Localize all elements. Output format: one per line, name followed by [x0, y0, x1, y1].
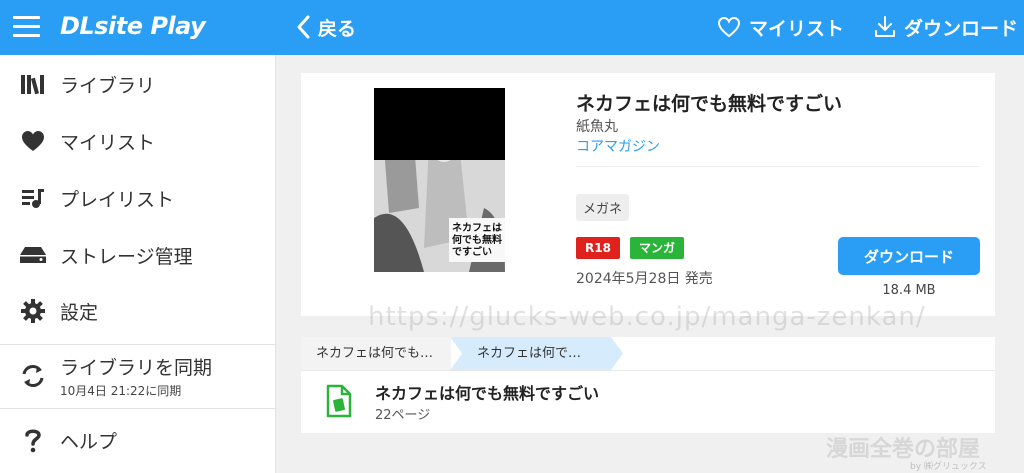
download-button[interactable]: ダウンロード — [838, 237, 980, 275]
sync-text: ライブラリを同期 10月4日 21:22に同期 — [60, 353, 212, 399]
sidebar-item-label: ライブラリ — [60, 74, 156, 97]
work-author[interactable]: 紙魚丸 — [576, 116, 618, 136]
download-top-button[interactable]: ダウンロード — [874, 14, 1018, 41]
mylist-label: マイリスト — [748, 17, 844, 40]
manga-badge: マンガ — [630, 237, 685, 259]
heart-outline-icon — [717, 16, 740, 38]
download-top-label: ダウンロード — [903, 17, 1018, 40]
app-logo: DLsite Play — [60, 12, 206, 40]
sidebar-divider — [0, 408, 275, 409]
corner-watermark-sub: by ㈱グリュックス — [910, 462, 987, 472]
heart-icon — [18, 126, 48, 156]
sidebar-item-label: マイリスト — [60, 131, 156, 154]
gear-icon — [18, 296, 48, 326]
genre-tag[interactable]: メガネ — [576, 194, 630, 221]
sidebar-item-playlist[interactable]: プレイリスト — [0, 181, 275, 215]
svg-text:ですごい: ですごい — [452, 245, 492, 258]
chevron-left-icon — [297, 15, 310, 39]
chapter-title[interactable]: ネカフェは何でも無料ですごい — [375, 380, 599, 404]
menu-icon[interactable] — [13, 16, 40, 37]
sidebar-item-mylist[interactable]: マイリスト — [0, 124, 275, 158]
sync-icon — [18, 361, 48, 391]
storage-icon — [18, 240, 48, 270]
breadcrumb-item-work[interactable]: ネカフェは何でも… — [301, 337, 451, 370]
work-detail-card: ネカフェは 何でも無料 ですごい ネカフェは何でも無料ですごい 紙魚丸 コアマガ… — [301, 73, 995, 316]
top-actions: マイリスト ダウンロード — [687, 10, 1018, 44]
sidebar-item-sync[interactable]: ライブラリを同期 10月4日 21:22に同期 — [0, 353, 275, 399]
sidebar-item-label: ストレージ管理 — [60, 245, 193, 268]
breadcrumb: ネカフェは何でも… ネカフェは何で… — [301, 337, 995, 371]
sidebar-item-label: プレイリスト — [60, 188, 175, 211]
document-icon — [326, 384, 352, 422]
r18-badge: R18 — [576, 237, 620, 259]
file-size: 18.4 MB — [882, 283, 936, 298]
sync-timestamp: 10月4日 21:22に同期 — [60, 384, 182, 398]
url-watermark: https://glucks-web.co.jp/manga-zenkan/ — [368, 302, 926, 332]
work-circle-link[interactable]: コアマガジン — [576, 136, 660, 156]
svg-text:ネカフェは: ネカフェは — [452, 222, 502, 234]
work-title: ネカフェは何でも無料ですごい — [576, 93, 843, 115]
back-label: 戻る — [318, 17, 357, 40]
playlist-icon — [18, 183, 48, 213]
download-icon — [874, 16, 895, 37]
row-divider — [301, 370, 995, 371]
chapter-list: ネカフェは何でも… ネカフェは何で… ネカフェは何でも無料ですごい 22ページ — [301, 337, 995, 433]
sidebar-divider — [0, 344, 275, 345]
sidebar-item-help[interactable]: ヘルプ — [0, 423, 275, 457]
back-button[interactable]: 戻る — [296, 10, 356, 44]
svg-text:何でも無料: 何でも無料 — [452, 233, 502, 246]
library-icon — [18, 69, 48, 99]
release-date: 2024年5月28日 発売 — [576, 271, 713, 287]
breadcrumb-item-current[interactable]: ネカフェは何で… — [450, 337, 620, 370]
sidebar-item-label: ヘルプ — [60, 430, 118, 453]
question-icon — [18, 425, 48, 455]
cover-image[interactable]: ネカフェは 何でも無料 ですごい — [374, 88, 505, 272]
sidebar-item-settings[interactable]: 設定 — [0, 294, 275, 328]
sync-label: ライブラリを同期 — [60, 357, 213, 379]
sidebar-item-storage[interactable]: ストレージ管理 — [0, 238, 275, 272]
mylist-button[interactable]: マイリスト — [717, 14, 844, 41]
chapter-pages: 22ページ — [375, 408, 431, 423]
sidebar-item-library[interactable]: ライブラリ — [0, 67, 275, 101]
sidebar: ライブラリ マイリスト プレイリスト ストレージ管理 設定 ライブラリを同期 1… — [0, 55, 276, 473]
top-bar: DLsite Play 戻る マイリスト ダウンロード — [0, 0, 1024, 55]
separator — [576, 166, 979, 167]
sidebar-item-label: 設定 — [60, 301, 99, 324]
